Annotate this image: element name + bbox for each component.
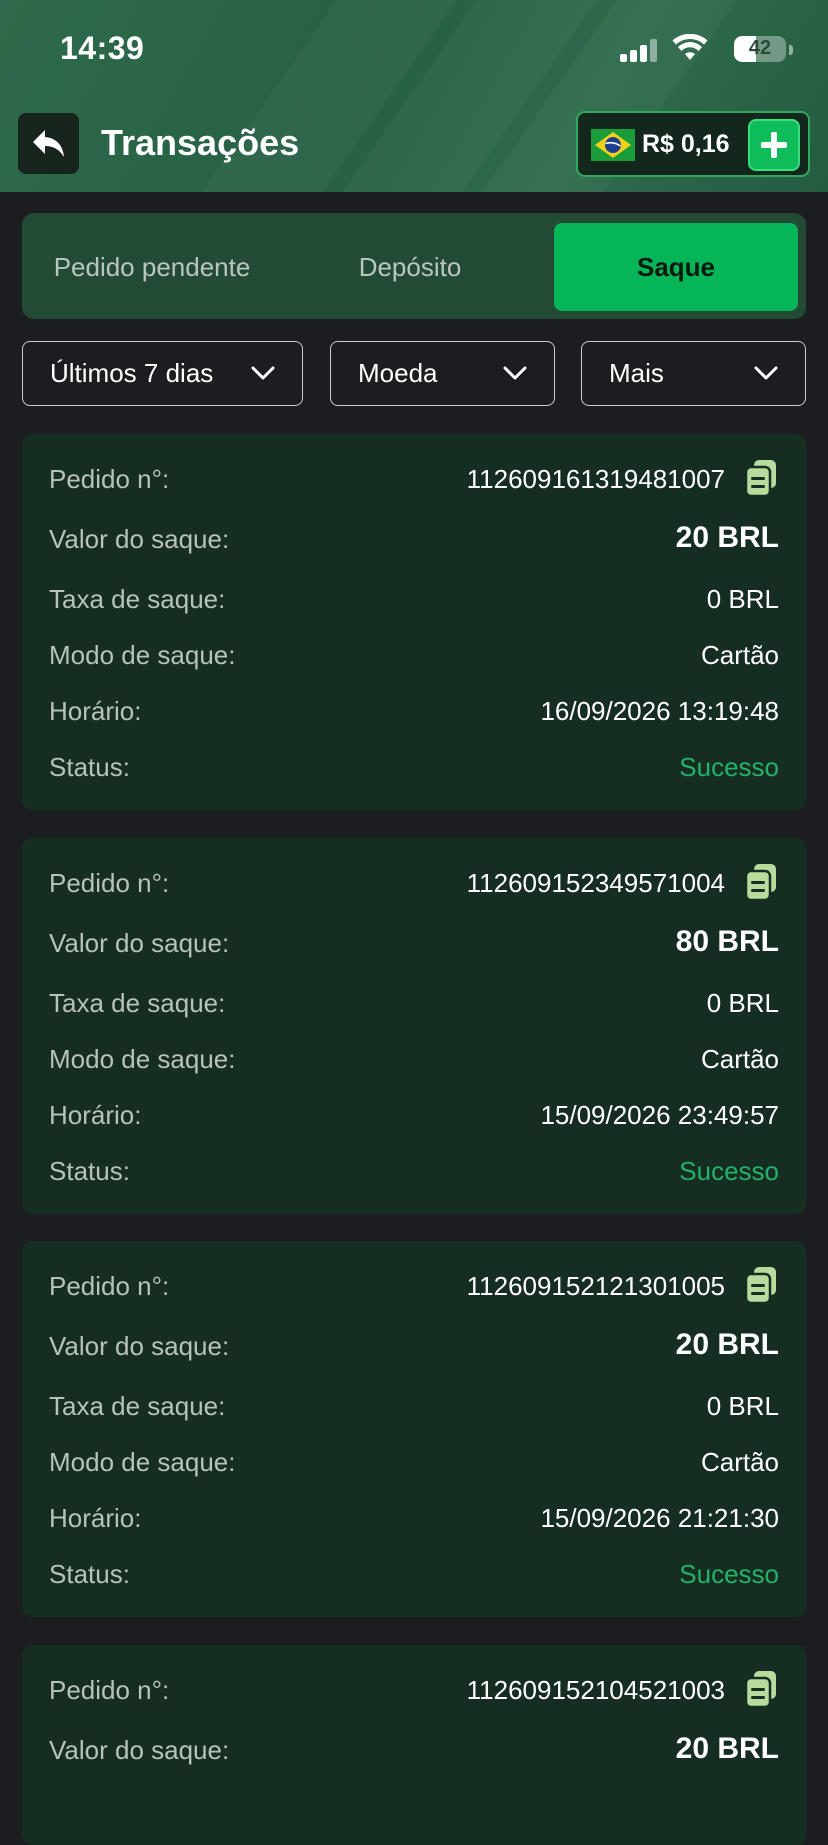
status-label: Status:	[49, 752, 130, 782]
status-label: Status:	[49, 1559, 130, 1589]
status-value: Sucesso	[679, 752, 779, 782]
add-funds-button[interactable]	[748, 119, 800, 171]
amount-label: Valor do saque:	[49, 928, 230, 958]
order-label: Pedido n°:	[49, 1271, 170, 1301]
header: 14:39 42 Transações R$ 0,16	[0, 0, 828, 192]
fee-row: Taxa de saque: 0 BRL	[49, 988, 779, 1028]
order-number: 112609161319481007	[466, 464, 725, 494]
status-value: Sucesso	[679, 1156, 779, 1186]
fee-label: Taxa de saque:	[49, 988, 226, 1018]
fee-row: Taxa de saque: 0 BRL	[49, 584, 779, 624]
transaction-card: Pedido n°: 112609152349571004 Valor do s…	[22, 838, 806, 1214]
amount-value: 80 BRL	[675, 925, 779, 958]
mode-label: Modo de saque:	[49, 1447, 236, 1477]
filter-more[interactable]: Mais	[581, 341, 806, 406]
mode-label: Modo de saque:	[49, 1044, 236, 1074]
amount-row: Valor do saque: 20 BRL	[49, 1328, 779, 1371]
status-label: Status:	[49, 1156, 130, 1186]
status-row: Status: Sucesso	[49, 1559, 779, 1599]
status-row: Status: Sucesso	[49, 1156, 779, 1196]
chevron-down-icon	[503, 366, 527, 380]
order-number: 112609152349571004	[466, 868, 725, 898]
mode-value: Cartão	[700, 1447, 779, 1477]
filter-period[interactable]: Últimos 7 dias	[22, 341, 303, 406]
time-label: Horário:	[49, 1503, 142, 1533]
copy-icon[interactable]	[743, 458, 779, 498]
mode-row: Modo de saque: Cartão	[49, 1447, 779, 1487]
order-row: Pedido n°: 112609161319481007	[49, 460, 779, 504]
amount-label: Valor do saque:	[49, 524, 230, 554]
balance-widget[interactable]: R$ 0,16	[576, 111, 810, 177]
chevron-down-icon	[251, 366, 275, 380]
amount-row: Valor do saque: 80 BRL	[49, 925, 779, 968]
brazil-flag-icon	[591, 129, 635, 161]
transaction-card: Pedido n°: 112609152121301005 Valor do s…	[22, 1241, 806, 1617]
time-value: 15/09/2026 23:49:57	[540, 1100, 779, 1130]
fee-value: 0 BRL	[706, 988, 779, 1018]
status-row: Status: Sucesso	[49, 752, 779, 792]
time-row: Horário: 15/09/2026 23:49:57	[49, 1100, 779, 1140]
tab-deposit[interactable]: Depósito	[290, 223, 530, 311]
time-row: Horário: 15/09/2026 21:21:30	[49, 1503, 779, 1543]
battery-tip	[789, 45, 793, 55]
mode-label: Modo de saque:	[49, 640, 236, 670]
filter-more-label: Mais	[609, 358, 664, 388]
time-row: Horário: 16/09/2026 13:19:48	[49, 696, 779, 736]
order-row: Pedido n°: 112609152349571004	[49, 864, 779, 908]
copy-icon[interactable]	[743, 1669, 779, 1709]
transaction-card: Pedido n°: 112609152104521003 Valor do s…	[22, 1645, 806, 1845]
battery-level: 42	[748, 37, 772, 59]
order-row: Pedido n°: 112609152104521003	[49, 1671, 779, 1715]
mode-row: Modo de saque: Cartão	[49, 640, 779, 680]
wifi-icon	[672, 34, 708, 60]
order-number: 112609152121301005	[466, 1271, 725, 1301]
fee-label: Taxa de saque:	[49, 1391, 226, 1421]
order-row: Pedido n°: 112609152121301005	[49, 1267, 779, 1311]
time-value: 15/09/2026 21:21:30	[540, 1503, 779, 1533]
chevron-down-icon	[754, 366, 778, 380]
page-title: Transações	[101, 122, 300, 163]
order-label: Pedido n°:	[49, 1675, 170, 1705]
amount-value: 20 BRL	[675, 521, 779, 554]
fee-row: Taxa de saque: 0 BRL	[49, 1391, 779, 1431]
amount-row: Valor do saque: 20 BRL	[49, 521, 779, 564]
amount-label: Valor do saque:	[49, 1735, 230, 1765]
mode-row: Modo de saque: Cartão	[49, 1044, 779, 1084]
status-value: Sucesso	[679, 1559, 779, 1589]
mode-value: Cartão	[700, 1044, 779, 1074]
back-arrow-icon	[32, 129, 64, 157]
amount-row: Valor do saque: 20 BRL	[49, 1732, 779, 1775]
back-button[interactable]	[18, 113, 79, 174]
copy-icon[interactable]	[743, 1265, 779, 1305]
amount-label: Valor do saque:	[49, 1331, 230, 1361]
copy-icon[interactable]	[743, 862, 779, 902]
transaction-tabs: Pedido pendente Depósito Saque	[22, 213, 806, 319]
filter-currency-label: Moeda	[358, 358, 438, 388]
tab-pending[interactable]: Pedido pendente	[32, 223, 272, 311]
balance-amount: R$ 0,16	[642, 130, 730, 158]
mode-value: Cartão	[700, 640, 779, 670]
order-label: Pedido n°:	[49, 868, 170, 898]
amount-value: 20 BRL	[675, 1732, 779, 1765]
tab-withdraw[interactable]: Saque	[554, 223, 798, 311]
plus-icon	[761, 132, 787, 158]
order-label: Pedido n°:	[49, 464, 170, 494]
time-label: Horário:	[49, 696, 142, 726]
time-value: 16/09/2026 13:19:48	[540, 696, 779, 726]
fee-value: 0 BRL	[706, 584, 779, 614]
filter-currency[interactable]: Moeda	[330, 341, 555, 406]
order-number: 112609152104521003	[466, 1675, 725, 1705]
fee-label: Taxa de saque:	[49, 584, 226, 614]
signal-icon	[620, 38, 660, 62]
status-icons: 42	[594, 34, 794, 66]
amount-value: 20 BRL	[675, 1328, 779, 1361]
status-time: 14:39	[60, 30, 145, 66]
battery-icon: 42	[734, 36, 786, 62]
time-label: Horário:	[49, 1100, 142, 1130]
transaction-card: Pedido n°: 112609161319481007 Valor do s…	[22, 434, 806, 810]
fee-value: 0 BRL	[706, 1391, 779, 1421]
filter-period-label: Últimos 7 dias	[50, 358, 214, 388]
